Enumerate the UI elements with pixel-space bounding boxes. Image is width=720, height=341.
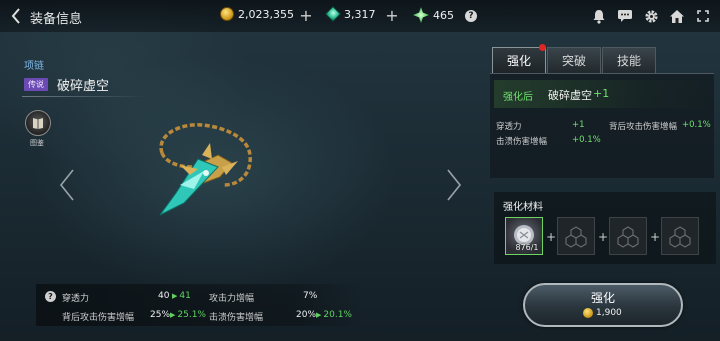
empty-slot-icon: [617, 226, 639, 248]
preview-stat-value: +1: [572, 120, 585, 130]
gold-coin-icon: [220, 7, 234, 21]
grade-badge: 传说: [24, 78, 48, 91]
gem-display: 3,317: [325, 6, 376, 22]
chevron-left-icon: [11, 8, 20, 24]
page-title: 装备信息: [30, 12, 83, 27]
after-upgrade-label: 强化后: [503, 92, 533, 103]
stat-label: 背后攻击伤害增幅: [62, 313, 135, 323]
codex-button[interactable]: [25, 110, 51, 136]
tab-enhance[interactable]: 强化: [492, 47, 546, 73]
crystal-icon: [413, 7, 429, 23]
after-upgrade-name: 破碎虚空: [548, 89, 592, 102]
after-upgrade-level: +1: [593, 87, 610, 100]
empty-slot-icon: [669, 226, 691, 248]
preview-stat-value: +0.1%: [682, 120, 711, 130]
bell-icon[interactable]: [590, 7, 608, 25]
chat-icon[interactable]: [616, 7, 634, 25]
gold-coin-icon: [583, 308, 593, 318]
up-arrow-icon: ▶: [170, 311, 176, 319]
crystal-amount: 465: [433, 8, 454, 22]
home-icon[interactable]: [668, 7, 686, 25]
notification-dot: [539, 44, 546, 51]
top-icon-group: [590, 7, 712, 25]
stat-value: 40: [158, 291, 170, 301]
gem-amount: 3,317: [344, 7, 376, 21]
material-count: 876/1: [515, 243, 539, 252]
preview-stat-value: +0.1%: [572, 135, 601, 145]
gold-display: 2,023,355: [220, 7, 294, 21]
gem-icon: [325, 6, 341, 22]
material-slot-empty[interactable]: [557, 217, 595, 255]
stat-label: 击溃伤害增幅: [209, 313, 264, 323]
material-slot-empty[interactable]: [609, 217, 647, 255]
crystal-display: 465: [413, 7, 454, 23]
fullscreen-icon[interactable]: [694, 7, 712, 25]
enhance-cost-value: 1,900: [596, 308, 622, 318]
stat-value: 7%: [303, 291, 318, 301]
tab-skill[interactable]: 技能: [602, 47, 656, 73]
codex-label: 图鉴: [30, 139, 44, 147]
back-button[interactable]: [8, 7, 24, 25]
prev-item-arrow[interactable]: [58, 168, 76, 202]
stat-value: 20%: [296, 310, 317, 320]
stat-label: 攻击力增幅: [209, 294, 255, 304]
material-plus: +: [650, 230, 661, 244]
stat-value: 25%: [150, 310, 171, 320]
currency-help-button[interactable]: ?: [465, 10, 477, 22]
tab-breakthrough[interactable]: 突破: [547, 47, 601, 73]
stat-upgrade: ▶ 25.1%: [170, 310, 206, 320]
up-arrow-icon: ▶: [316, 311, 322, 319]
gear-icon[interactable]: [642, 7, 660, 25]
next-item-arrow[interactable]: [445, 168, 463, 202]
stats-help-button[interactable]: ?: [45, 291, 56, 302]
book-icon: [33, 118, 43, 129]
up-arrow-icon: ▶: [172, 292, 178, 300]
preview-stat-label: 穿透力: [496, 122, 522, 132]
gold-amount: 2,023,355: [238, 7, 294, 21]
materials-title: 强化材料: [503, 202, 543, 213]
stat-label: 穿透力: [62, 294, 90, 304]
item-type: 项链: [24, 61, 44, 72]
name-divider: [22, 96, 147, 97]
item-name: 破碎虚空: [57, 79, 110, 94]
material-plus: +: [546, 230, 557, 244]
stat-upgrade: ▶ 41: [172, 291, 191, 301]
preview-stat-label: 背后攻击伤害增幅: [609, 122, 678, 132]
stat-upgrade: ▶ 20.1%: [316, 310, 352, 320]
add-gold-button[interactable]: +: [298, 6, 314, 25]
preview-stat-label: 击溃伤害增幅: [496, 137, 548, 147]
add-gem-button[interactable]: +: [384, 6, 400, 25]
necklace-image: [159, 123, 252, 216]
enhance-button-label: 强化: [590, 291, 615, 305]
empty-slot-icon: [565, 226, 587, 248]
material-slot-empty[interactable]: [661, 217, 699, 255]
material-plus: +: [598, 230, 609, 244]
enhance-cost: 1,900: [583, 308, 622, 318]
